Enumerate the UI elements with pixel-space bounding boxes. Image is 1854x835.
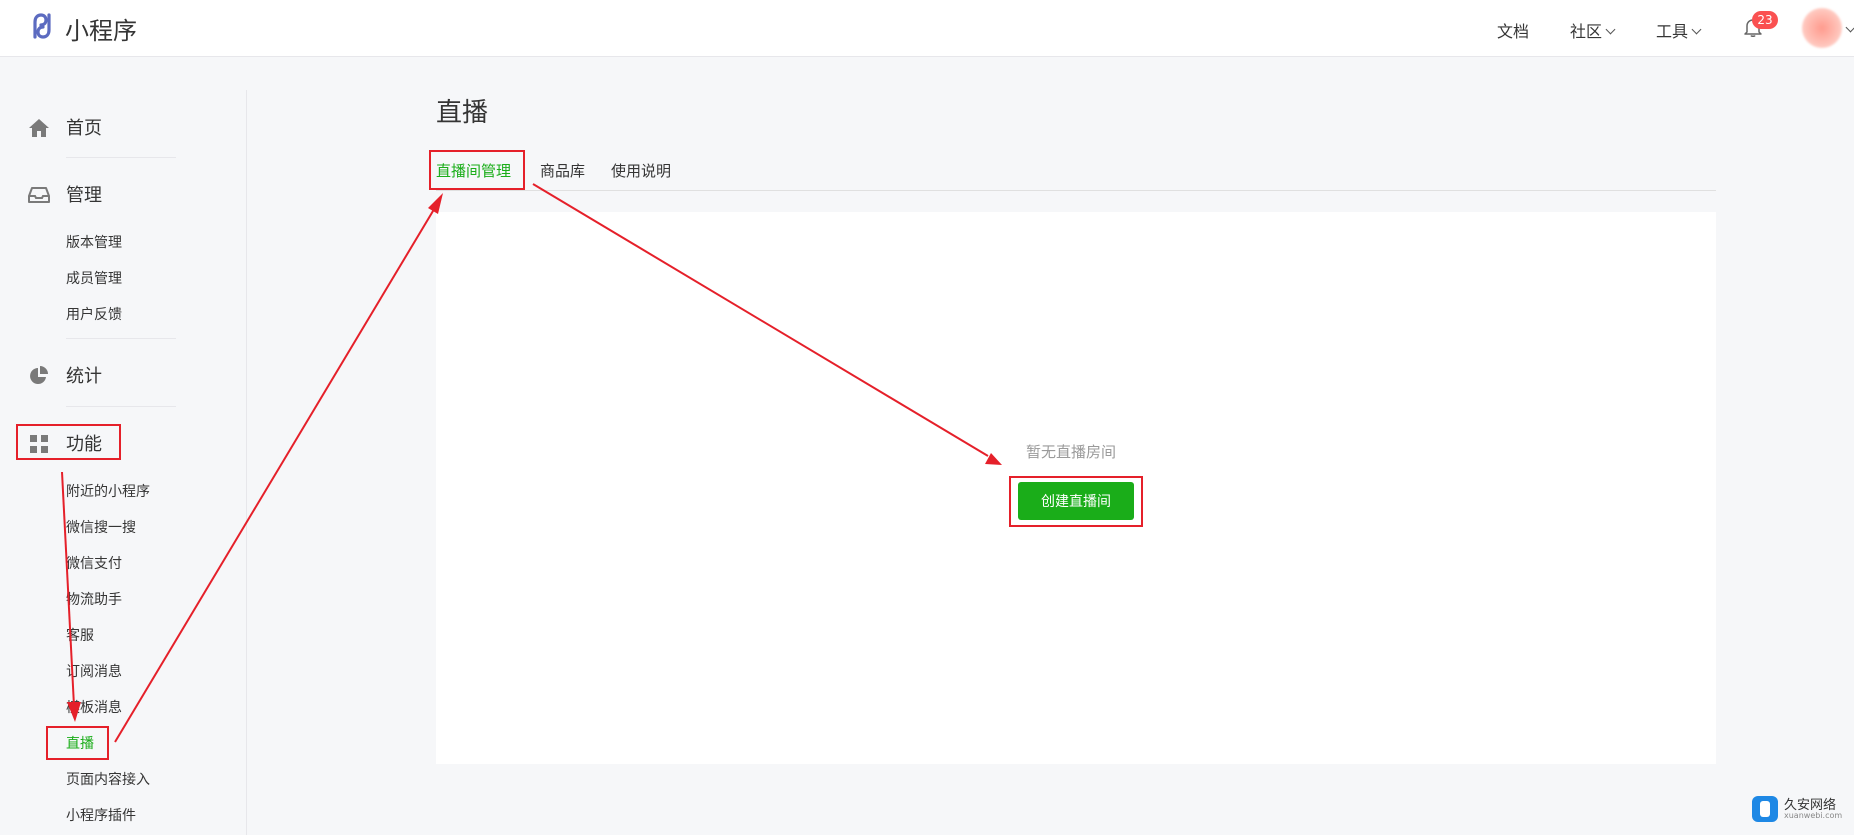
top-bar: 小程序 文档 社区 工具 23 (0, 0, 1854, 57)
chevron-down-icon (1605, 24, 1616, 35)
inbox-icon (28, 187, 50, 203)
nav-community[interactable]: 社区 (1570, 18, 1616, 42)
sidebar-subitem-service[interactable]: 客服 (66, 625, 94, 645)
chevron-down-icon[interactable] (1845, 22, 1854, 33)
tabs-underline (436, 190, 1716, 191)
watermark-logo-icon (1752, 796, 1778, 822)
nav-tools[interactable]: 工具 (1656, 18, 1702, 42)
divider (66, 157, 176, 158)
tab-instructions[interactable]: 使用说明 (611, 160, 671, 181)
watermark-subtitle: xuanwebi.com (1784, 811, 1843, 820)
miniprogram-logo-icon[interactable] (26, 10, 58, 42)
nav-community-label: 社区 (1570, 22, 1603, 41)
sidebar-item-label: 统计 (66, 366, 102, 387)
nav-docs-label: 文档 (1497, 22, 1530, 41)
avatar[interactable] (1802, 8, 1842, 48)
highlight-box-tab (429, 150, 525, 190)
sidebar-subitem-logistics[interactable]: 物流助手 (66, 589, 122, 609)
highlight-box-features (16, 424, 121, 460)
empty-state-text: 暂无直播房间 (1026, 443, 1117, 461)
sidebar-subitem-template[interactable]: 模板消息 (66, 697, 122, 717)
sidebar-subitem-members[interactable]: 成员管理 (66, 268, 122, 288)
sidebar-subitem-search[interactable]: 微信搜一搜 (66, 517, 136, 537)
sidebar-subitem-feedback[interactable]: 用户反馈 (66, 304, 122, 324)
pie-chart-icon (30, 366, 48, 384)
divider (66, 406, 176, 407)
sidebar-subitem-plugin[interactable]: 小程序插件 (66, 805, 136, 825)
page-title: 直播 (436, 98, 489, 128)
sidebar-subitem-version[interactable]: 版本管理 (66, 232, 122, 252)
annotation-arrow (114, 205, 437, 743)
chevron-down-icon (1691, 24, 1702, 35)
sidebar-subitem-content[interactable]: 页面内容接入 (66, 769, 150, 789)
sidebar-divider (246, 90, 247, 835)
highlight-box-live (46, 726, 109, 760)
highlight-box-create (1009, 476, 1143, 527)
sidebar-subitem-nearby[interactable]: 附近的小程序 (66, 481, 150, 501)
sidebar-item-label: 管理 (66, 185, 102, 206)
app-title[interactable]: 小程序 (65, 11, 137, 46)
tab-product-library[interactable]: 商品库 (540, 160, 585, 181)
nav-docs[interactable]: 文档 (1497, 18, 1529, 42)
nav-tools-label: 工具 (1656, 22, 1689, 41)
sidebar-subitem-subscribe[interactable]: 订阅消息 (66, 661, 122, 681)
sidebar-subitem-pay[interactable]: 微信支付 (66, 553, 122, 573)
divider (66, 338, 176, 339)
home-icon (29, 119, 49, 137)
notification-badge: 23 (1752, 11, 1778, 29)
arrowhead (428, 193, 443, 214)
sidebar-item-label: 首页 (66, 118, 102, 139)
